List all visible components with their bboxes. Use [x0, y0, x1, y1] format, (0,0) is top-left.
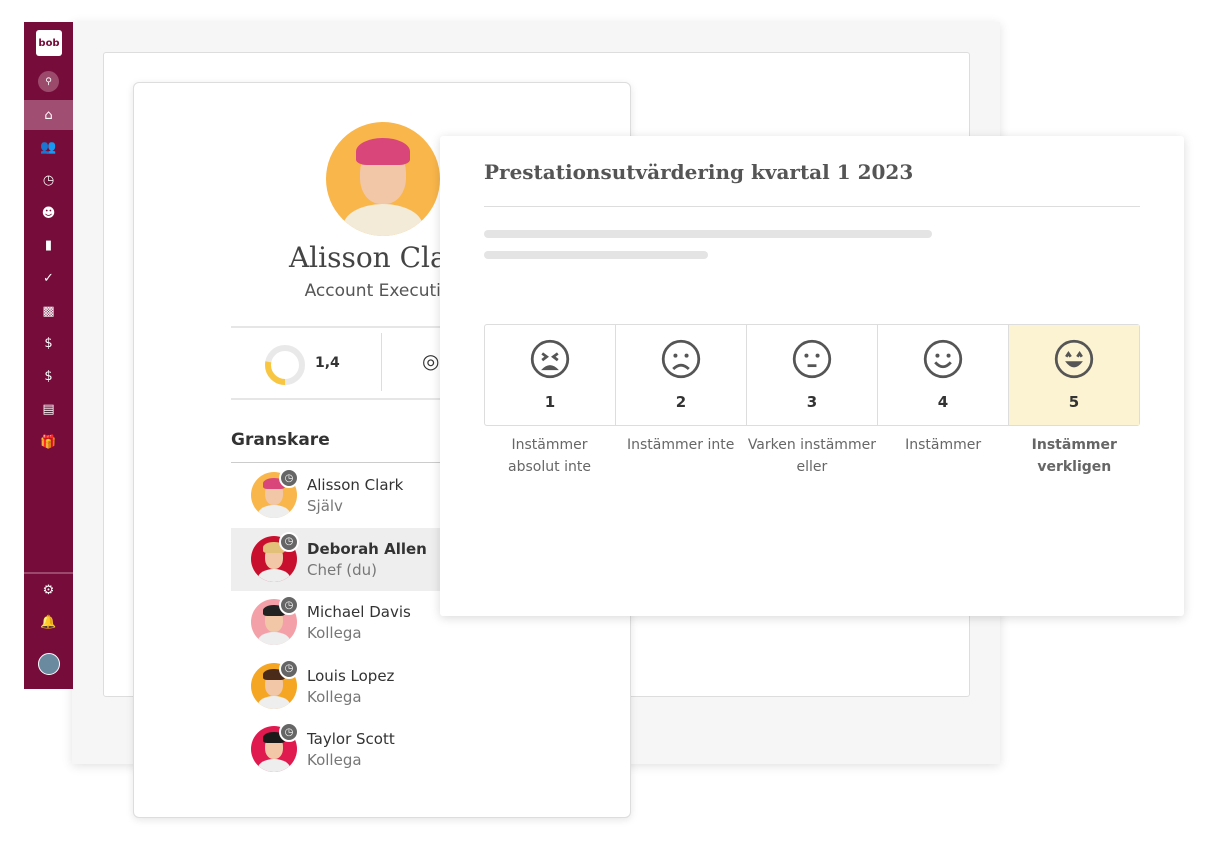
rating-label: Varken instämmer eller [747, 437, 876, 475]
tired-face-icon [530, 339, 570, 383]
review-card: Prestationsutvärdering kvartal 1 2023 1 2… [440, 136, 1184, 616]
score-donut [265, 345, 305, 385]
reviewer-role: Chef (du) [307, 560, 377, 579]
calendar-dollar-icon[interactable]: $ [24, 362, 73, 392]
reviewer-role: Själv [307, 497, 343, 515]
rating-value: 3 [806, 393, 818, 411]
rating-scale: 1 2 3 4 5 [484, 324, 1140, 426]
rating-label: Instämmer verkligen [1031, 437, 1117, 475]
bar-chart-icon[interactable]: ▩ [24, 296, 73, 326]
clock-icon: ◷ [279, 595, 299, 615]
clock-icon: ◷ [279, 722, 299, 742]
reviewers-heading: Granskare [231, 430, 330, 450]
grin-face-icon [1054, 339, 1094, 383]
reviewer-name: Louis Lopez [307, 666, 395, 685]
rating-option-3[interactable]: 3 [747, 325, 878, 425]
frown-face-icon [661, 339, 701, 383]
sidebar: bob ⚲ ⌂ 👥 ◷ ☻ ▮ ✓ ▩ $ $ ▤ 🎁 ⚙ 🔔 [24, 22, 73, 689]
profile-avatar [326, 122, 440, 236]
sidebar-divider [24, 572, 73, 574]
divider [381, 333, 382, 391]
rating-option-5[interactable]: 5 [1009, 325, 1139, 425]
bell-icon[interactable]: 🔔 [24, 607, 73, 637]
reviewer-name: Taylor Scott [307, 730, 395, 748]
placeholder-line [484, 251, 708, 259]
rating-option-4[interactable]: 4 [878, 325, 1009, 425]
neutral-face-icon [792, 339, 832, 383]
clock-icon: ◷ [279, 531, 299, 552]
reviewer-row[interactable]: ◷ Taylor Scott Kollega [231, 718, 531, 781]
target-icon[interactable]: ◎ [422, 349, 439, 373]
user-circle-icon[interactable]: ☻ [24, 198, 73, 228]
clipboard-check-icon[interactable]: ✓ [24, 264, 73, 294]
dollar-icon[interactable]: $ [24, 329, 73, 359]
rating-value: 1 [544, 393, 556, 411]
rating-option-2[interactable]: 2 [616, 325, 747, 425]
desk-icon[interactable]: ▤ [24, 394, 73, 424]
reviewer-row[interactable]: ◷ Louis Lopez Kollega [231, 655, 531, 718]
clock-icon[interactable]: ◷ [24, 165, 73, 195]
rating-label: Instämmer inte [627, 437, 735, 453]
document-icon[interactable]: ▮ [24, 231, 73, 261]
bob-logo[interactable]: bob [36, 30, 62, 56]
review-title: Prestationsutvärdering kvartal 1 2023 [484, 160, 914, 184]
avatar[interactable] [24, 649, 73, 679]
reviewer-name: Deborah Allen [307, 539, 427, 558]
reviewer-role: Kollega [307, 624, 362, 642]
reviewer-role: Kollega [307, 751, 362, 769]
smile-face-icon [923, 339, 963, 383]
rating-label: Instämmer [905, 437, 982, 453]
divider [484, 206, 1140, 207]
gear-icon[interactable]: ⚙ [24, 575, 73, 605]
clock-icon: ◷ [279, 468, 299, 488]
score-value: 1,4 [315, 355, 340, 371]
clock-icon: ◷ [279, 658, 299, 679]
reviewer-role: Kollega [307, 687, 362, 706]
reviewer-name: Michael Davis [307, 603, 411, 621]
rating-value: 2 [675, 393, 687, 411]
rating-option-1[interactable]: 1 [485, 325, 616, 425]
people-icon[interactable]: 👥 [24, 133, 73, 163]
rating-label: Instämmer absolut inte [508, 437, 591, 475]
search-icon[interactable]: ⚲ [38, 71, 59, 92]
gift-icon[interactable]: 🎁 [24, 427, 73, 457]
reviewer-name: Alisson Clark [307, 476, 404, 494]
placeholder-line [484, 230, 932, 238]
rating-value: 5 [1068, 393, 1080, 411]
home-icon[interactable]: ⌂ [24, 100, 73, 130]
rating-value: 4 [937, 393, 949, 411]
